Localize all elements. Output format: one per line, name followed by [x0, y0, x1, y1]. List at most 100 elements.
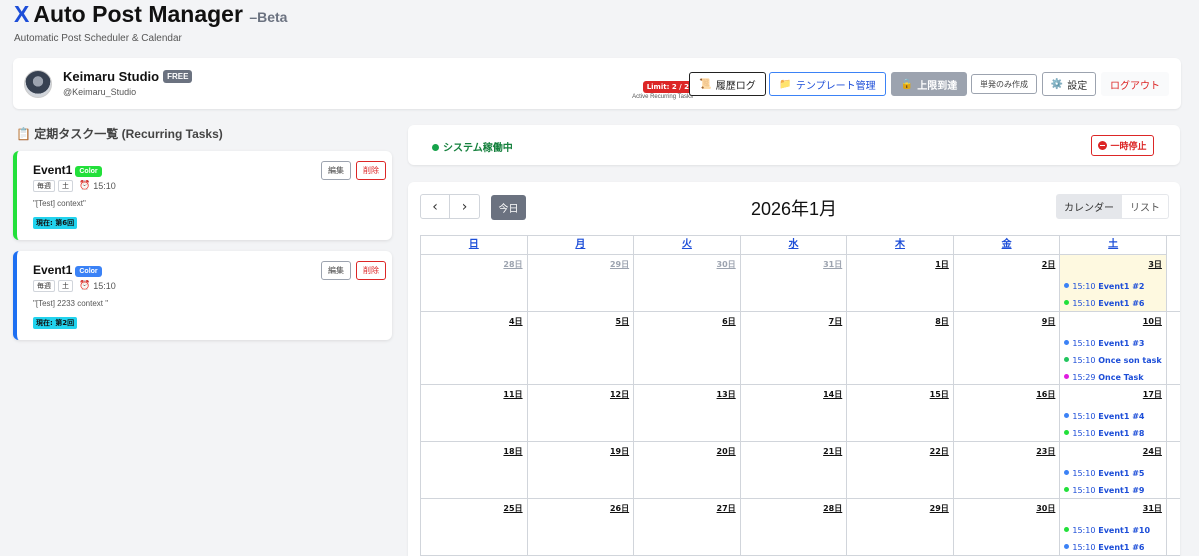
calendar-day-cell[interactable]: 1日	[847, 255, 954, 311]
day-number-link[interactable]: 17日	[1143, 389, 1162, 400]
list-view-button[interactable]: リスト	[1122, 194, 1169, 219]
edit-task-button[interactable]: 編集	[321, 261, 351, 280]
day-number-link[interactable]: 20日	[717, 446, 736, 457]
calendar-day-cell[interactable]: 26日	[528, 499, 635, 555]
day-number-link[interactable]: 30日	[717, 259, 736, 270]
weekday-thu[interactable]: 木	[847, 236, 954, 255]
calendar-event[interactable]: 15:10 Event1 #8	[1064, 425, 1144, 442]
calendar-day-cell[interactable]: 31日 15:10 Event1 #10 15:10 Event1 #6	[1060, 499, 1167, 555]
calendar-day-cell[interactable]: 29日	[528, 255, 635, 311]
day-number-link[interactable]: 4日	[509, 316, 523, 327]
day-number-link[interactable]: 19日	[610, 446, 629, 457]
weekday-mon[interactable]: 月	[527, 236, 635, 255]
calendar-day-cell[interactable]: 9日	[954, 312, 1061, 384]
day-number-link[interactable]: 23日	[1036, 446, 1055, 457]
day-number-link[interactable]: 16日	[1036, 389, 1055, 400]
calendar-day-cell[interactable]: 8日	[847, 312, 954, 384]
edit-task-button[interactable]: 編集	[321, 161, 351, 180]
weekday-tue[interactable]: 火	[634, 236, 741, 255]
calendar-day-cell[interactable]: 18日	[421, 442, 528, 498]
calendar-day-cell[interactable]: 31日	[741, 255, 848, 311]
calendar-day-cell[interactable]: 25日	[421, 499, 528, 555]
day-number-link[interactable]: 3日	[1148, 259, 1162, 270]
settings-button[interactable]: ⚙️ 設定	[1042, 72, 1096, 96]
calendar-day-cell[interactable]: 15日	[847, 385, 954, 441]
day-number-link[interactable]: 2日	[1042, 259, 1056, 270]
calendar-event[interactable]: 15:10 Event1 #10	[1064, 522, 1150, 539]
calendar-day-cell[interactable]: 19日	[528, 442, 635, 498]
calendar-day-cell[interactable]: 24日 15:10 Event1 #5 15:10 Event1 #9	[1060, 442, 1167, 498]
day-number-link[interactable]: 29日	[930, 503, 949, 514]
day-number-link[interactable]: 11日	[503, 389, 522, 400]
day-number-link[interactable]: 26日	[610, 503, 629, 514]
calendar-event[interactable]: 15:10 Event1 #9	[1064, 482, 1144, 499]
calendar-day-cell[interactable]: 23日	[954, 442, 1061, 498]
day-number-link[interactable]: 25日	[503, 503, 522, 514]
calendar-view-button[interactable]: カレンダー	[1056, 194, 1122, 219]
calendar-day-cell[interactable]: 28日	[741, 499, 848, 555]
single-only-create-button[interactable]: 単発のみ作成	[971, 74, 1037, 94]
day-number-link[interactable]: 13日	[717, 389, 736, 400]
weekday-sun[interactable]: 日	[421, 236, 528, 255]
weekday-fri[interactable]: 金	[953, 236, 1061, 255]
day-number-link[interactable]: 15日	[930, 389, 949, 400]
day-number-link[interactable]: 27日	[717, 503, 736, 514]
logout-button[interactable]: ログアウト	[1101, 72, 1169, 96]
day-number-link[interactable]: 14日	[823, 389, 842, 400]
calendar-day-cell[interactable]: 3日 15:10 Event1 #2 15:10 Event1 #6	[1060, 255, 1167, 311]
calendar-event[interactable]: 15:10 Event1 #3	[1064, 335, 1161, 352]
day-number-link[interactable]: 18日	[503, 446, 522, 457]
calendar-day-cell[interactable]: 13日	[634, 385, 741, 441]
calendar-day-cell[interactable]: 4日	[421, 312, 528, 384]
limit-reached-button[interactable]: 🔒 上限到達	[891, 72, 967, 96]
day-number-link[interactable]: 30日	[1036, 503, 1055, 514]
calendar-day-cell[interactable]: 21日	[741, 442, 848, 498]
calendar-day-cell[interactable]: 14日	[741, 385, 848, 441]
calendar-day-cell[interactable]: 28日	[421, 255, 528, 311]
calendar-day-cell[interactable]: 29日	[847, 499, 954, 555]
pause-button[interactable]: 一時停止	[1091, 135, 1154, 156]
day-number-link[interactable]: 10日	[1143, 316, 1162, 327]
calendar-day-cell[interactable]: 10日 15:10 Event1 #3 15:10 Once son task 15:…	[1060, 312, 1167, 384]
calendar-event[interactable]: 15:10 Once son task	[1064, 352, 1162, 369]
calendar-day-cell[interactable]: 16日	[954, 385, 1061, 441]
delete-task-button[interactable]: 削除	[356, 161, 386, 180]
calendar-event[interactable]: 15:10 Event1 #6	[1064, 539, 1150, 556]
day-number-link[interactable]: 29日	[610, 259, 629, 270]
calendar-day-cell[interactable]: 11日	[421, 385, 528, 441]
calendar-day-cell[interactable]: 30日	[954, 499, 1061, 555]
calendar-event[interactable]: 15:10 Event1 #6	[1064, 295, 1144, 312]
calendar-day-cell[interactable]: 20日	[634, 442, 741, 498]
day-number-link[interactable]: 6日	[722, 316, 736, 327]
day-number-link[interactable]: 5日	[616, 316, 630, 327]
day-number-link[interactable]: 24日	[1143, 446, 1162, 457]
history-log-button[interactable]: 📜 履歴ログ	[689, 72, 766, 96]
day-number-link[interactable]: 9日	[1042, 316, 1056, 327]
calendar-day-cell[interactable]: 17日 15:10 Event1 #4 15:10 Event1 #8	[1060, 385, 1167, 441]
calendar-day-cell[interactable]: 27日	[634, 499, 741, 555]
day-number-link[interactable]: 31日	[823, 259, 842, 270]
calendar-event[interactable]: 15:29 Once Task	[1064, 369, 1161, 386]
calendar-day-cell[interactable]: 22日	[847, 442, 954, 498]
day-number-link[interactable]: 22日	[930, 446, 949, 457]
day-number-link[interactable]: 28日	[503, 259, 522, 270]
calendar-event[interactable]: 15:10 Event1 #5	[1064, 465, 1144, 482]
day-number-link[interactable]: 12日	[610, 389, 629, 400]
day-number-link[interactable]: 7日	[829, 316, 843, 327]
day-number-link[interactable]: 31日	[1143, 503, 1162, 514]
calendar-day-cell[interactable]: 5日	[528, 312, 635, 384]
calendar-day-cell[interactable]: 30日	[634, 255, 741, 311]
calendar-day-cell[interactable]: 6日	[634, 312, 741, 384]
calendar-day-cell[interactable]: 2日	[954, 255, 1061, 311]
weekday-wed[interactable]: 水	[740, 236, 848, 255]
day-number-link[interactable]: 1日	[935, 259, 949, 270]
template-manager-button[interactable]: 📁 テンプレート管理	[769, 72, 886, 96]
calendar-day-cell[interactable]: 12日	[528, 385, 635, 441]
calendar-event[interactable]: 15:10 Event1 #4	[1064, 408, 1144, 425]
day-number-link[interactable]: 8日	[935, 316, 949, 327]
day-number-link[interactable]: 21日	[823, 446, 842, 457]
calendar-event[interactable]: 15:10 Event1 #2	[1064, 278, 1144, 295]
day-number-link[interactable]: 28日	[823, 503, 842, 514]
calendar-day-cell[interactable]: 7日	[741, 312, 848, 384]
delete-task-button[interactable]: 削除	[356, 261, 386, 280]
